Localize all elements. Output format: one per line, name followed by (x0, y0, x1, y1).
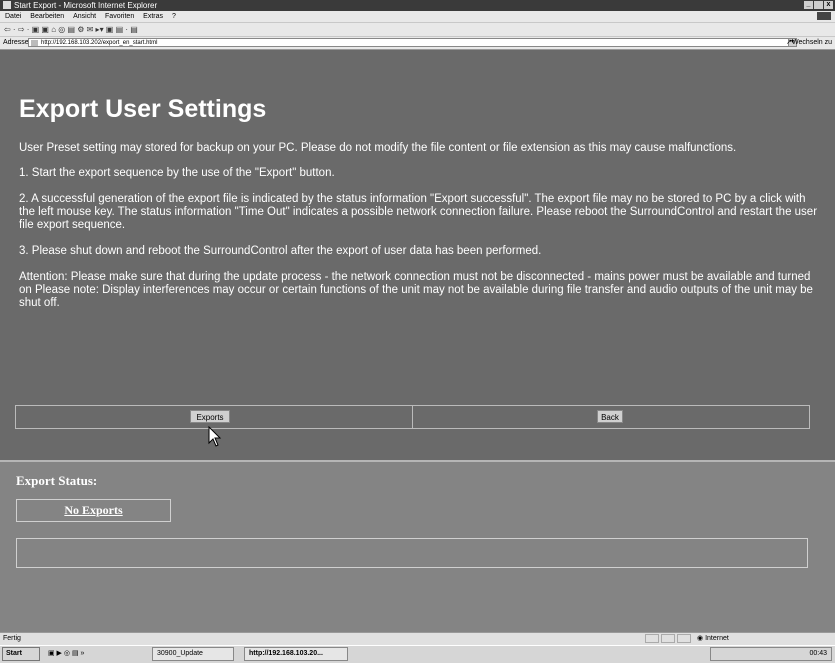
mouse-cursor-icon (208, 426, 222, 447)
back-cell: Back (413, 406, 809, 428)
quick-launch[interactable]: ▣ ▶ ◎ ▤ » (48, 646, 84, 661)
menu-help[interactable]: ? (172, 13, 176, 20)
start-label: Start (6, 650, 22, 657)
address-bar: Adresse http://192.168.103.202/export_en… (0, 37, 835, 50)
page-icon (31, 40, 38, 46)
address-label: Adresse (3, 39, 29, 46)
toolbar-icons[interactable]: ⇦ · ⇨ · ▣ ▣ ⌂ ◎ ▤ ⚙ ✉ ▸▾ ▣ ▤ · ▤ (4, 23, 138, 36)
internet-zone: ◉ Internet (697, 633, 729, 645)
close-button[interactable]: x (824, 1, 833, 9)
ie-status-text: Fertig (3, 635, 21, 642)
step-3-paragraph: 3. Please shut down and reboot the Surro… (19, 245, 542, 257)
export-status-heading: Export Status: (16, 473, 98, 488)
windows-flag-icon (817, 12, 831, 20)
clock: 00:43 (809, 650, 827, 657)
minimize-button[interactable]: _ (804, 1, 813, 9)
go-button[interactable]: ↗Wechseln zu (786, 37, 832, 49)
windows-taskbar: Start ▣ ▶ ◎ ▤ » 30900_Update http://192.… (0, 645, 835, 663)
intro-paragraph: User Preset setting may stored for backu… (19, 142, 737, 154)
task-button-ie[interactable]: http://192.168.103.20... (244, 647, 348, 661)
export-status-link[interactable]: No Exports (16, 499, 171, 522)
go-label: Wechseln zu (792, 39, 832, 46)
menu-extras[interactable]: Extras (143, 13, 163, 20)
browser-toolbar: ⇦ · ⇨ · ▣ ▣ ⌂ ◎ ▤ ⚙ ✉ ▸▾ ▣ ▤ · ▤ (0, 23, 835, 37)
system-tray: 00:43 (710, 647, 832, 661)
page-title: Export User Settings (19, 95, 267, 123)
start-button[interactable]: Start (2, 647, 40, 661)
menu-favoriten[interactable]: Favoriten (105, 13, 134, 20)
attention-paragraph: Attention: Please make sure that during … (19, 271, 813, 309)
export-status-section: Export Status: No Exports (0, 462, 835, 632)
exports-button[interactable]: Exports (190, 410, 230, 423)
maximize-button[interactable] (814, 1, 823, 9)
task-label-ie: http://192.168.103.20... (249, 650, 323, 657)
menu-ansicht[interactable]: Ansicht (73, 13, 96, 20)
button-row: Exports Back (15, 405, 810, 429)
window-controls: _ x (804, 1, 833, 9)
overflow-chevron[interactable]: » (81, 650, 85, 657)
internet-zone-label: Internet (705, 635, 729, 642)
task-label-update: 30900_Update (157, 650, 203, 657)
menu-bearbeiten[interactable]: Bearbeiten (30, 13, 64, 20)
address-input[interactable]: http://192.168.103.202/export_en_start.h… (28, 38, 790, 47)
step-2-paragraph: 2. A successful generation of the export… (19, 193, 818, 231)
task-button-update[interactable]: 30900_Update (152, 647, 234, 661)
back-button[interactable]: Back (597, 410, 623, 423)
window-title: Start Export - Microsoft Internet Explor… (14, 1, 158, 10)
ie-status-bar: Fertig ◉ Internet (0, 632, 835, 645)
address-url: http://192.168.103.202/export_en_start.h… (41, 40, 158, 46)
globe-icon: ◉ (697, 635, 706, 642)
page-content: Export User Settings User Preset setting… (0, 50, 835, 460)
window-title-bar: Start Export - Microsoft Internet Explor… (0, 0, 835, 11)
exports-cell: Exports (16, 406, 413, 428)
step-1-paragraph: 1. Start the export sequence by the use … (19, 167, 335, 179)
status-segments (645, 634, 691, 643)
export-status-panel (16, 538, 808, 568)
quick-launch-icons: ▣ ▶ ◎ ▤ (48, 650, 79, 657)
ie-logo-icon (3, 1, 11, 9)
menu-bar: Datei Bearbeiten Ansicht Favoriten Extra… (0, 11, 835, 23)
menu-datei[interactable]: Datei (5, 13, 21, 20)
